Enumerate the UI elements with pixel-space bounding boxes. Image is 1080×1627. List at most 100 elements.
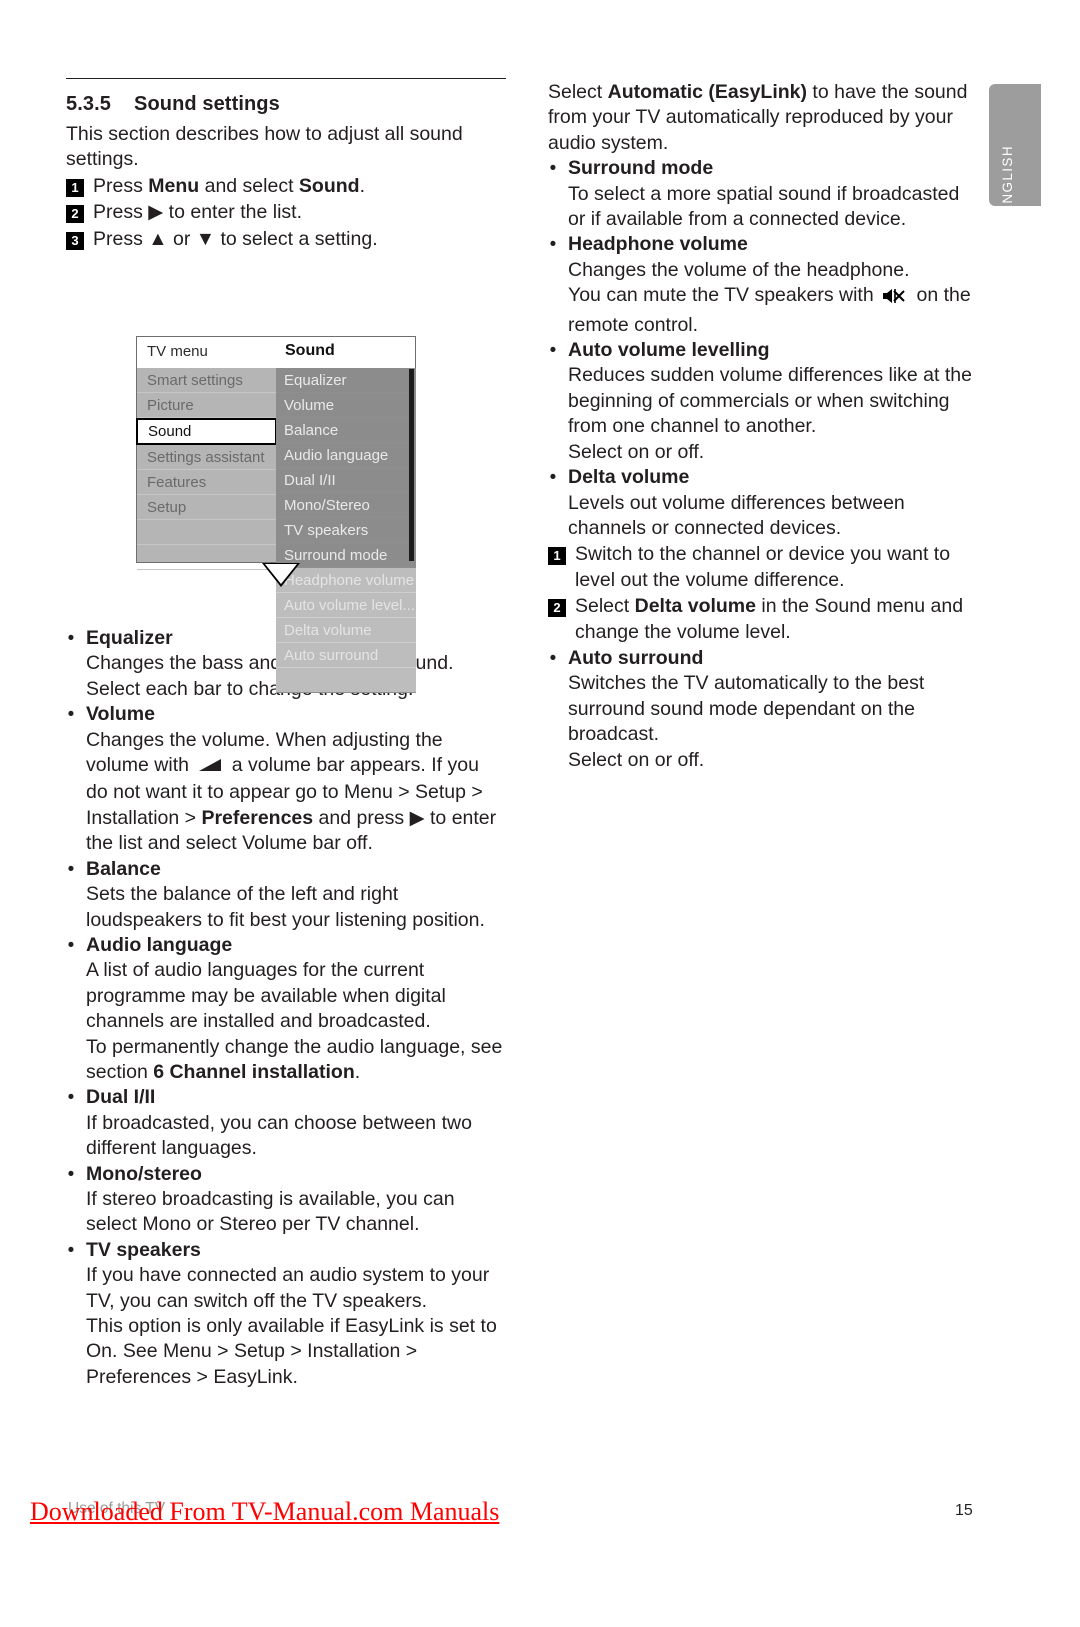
down-arrow-icon-inner [265, 564, 297, 584]
bullet-dot-icon: • [67, 628, 75, 650]
bullet-heading: Auto volume levelling [568, 339, 770, 362]
tv-menu-item-sound[interactable]: Sound [136, 418, 277, 445]
right-column: Select Automatic (EasyLink) to have the … [548, 80, 976, 773]
step-item: 2 Select Delta volume in the Sound menu a… [548, 594, 976, 645]
bullet-dot-icon: • [549, 647, 557, 669]
step-item: 1 Switch to the channel or device you wan… [548, 542, 976, 593]
step-item: 2 Press ▶ to enter the list. [66, 200, 506, 225]
step-text: Select Delta volume in the Sound menu an… [575, 595, 964, 643]
step-number: 3 [66, 231, 84, 250]
bullet-heading: Surround mode [568, 157, 714, 180]
bullet-body: If stereo broadcasting is available, you… [86, 1187, 455, 1236]
section-number: 5.3.5 [66, 93, 111, 115]
left-column: 5.3.5 Sound settings This section descri… [66, 78, 506, 1390]
step-item: 3 Press ▲ or ▼ to select a setting. [66, 227, 506, 252]
bullet-body: If broadcasted, you can choose between t… [86, 1111, 472, 1160]
bullet-dot-icon: • [67, 1087, 75, 1109]
tv-menu-item-smart-settings[interactable]: Smart settings [137, 368, 276, 393]
page-title: 5.3.5 Sound settings [66, 93, 506, 116]
bullet-heading: Balance [86, 857, 161, 880]
sound-menu-item-delta-volume[interactable]: Delta volume [276, 618, 416, 643]
sound-menu-item-mono-stereo[interactable]: Mono/Stereo [276, 493, 416, 518]
delta-volume-steps: 1 Switch to the channel or device you wan… [548, 542, 976, 645]
sound-menu-item-auto-surround[interactable]: Auto surround [276, 643, 416, 668]
tv-menu-header-left: TV menu [147, 343, 208, 360]
bullet-dot-icon: • [67, 1163, 75, 1185]
bullet-dot-icon: • [549, 340, 557, 362]
auto-surround-bullet: • Auto surround Switches the TV automatica… [548, 646, 976, 773]
bullet-heading: Delta volume [568, 466, 690, 489]
sound-menu-item-audio-language[interactable]: Audio language [276, 443, 416, 468]
bullet-item: • Auto surround Switches the TV automatica… [548, 646, 976, 773]
bullet-item: • Audio language A list of audio languages… [66, 933, 506, 1085]
bullet-dot-icon: • [549, 234, 557, 256]
bullet-item: • Volume Changes the volume. When adjustin… [66, 702, 506, 856]
step-number: 1 [66, 178, 84, 197]
bullet-heading: Mono/stereo [86, 1162, 202, 1185]
sound-menu-item-tv-speakers[interactable]: TV speakers [276, 518, 416, 543]
bullet-item: • Delta volume Levels out volume differenc… [548, 465, 976, 541]
bullet-heading: Volume [86, 703, 155, 726]
language-tab: ENGLISH [989, 84, 1041, 214]
section-intro: This section describes how to adjust all… [66, 123, 463, 171]
language-tab-label: ENGLISH [1000, 145, 1015, 215]
left-bullet-list: • Equalizer Changes the bass and treble of… [66, 626, 506, 1390]
step-text: Switch to the channel or device you want… [575, 543, 951, 591]
volume-icon [197, 755, 223, 780]
tv-menu-item-settings-assistant[interactable]: Settings assistant [137, 445, 276, 470]
bullet-dot-icon: • [67, 934, 75, 956]
step-text: Press ▲ or ▼ to select a setting. [93, 227, 378, 250]
bullet-body: Reduces sudden volume differences like a… [568, 364, 972, 463]
tv-menu-item-picture[interactable]: Picture [137, 393, 276, 418]
mute-icon [882, 287, 908, 312]
bullet-item: • Headphone volume Changes the volume of t… [548, 232, 976, 338]
footer-watermark[interactable]: Downloaded From TV-Manual.com Manuals [30, 1497, 499, 1527]
bullet-body: Switches the TV automatically to the bes… [568, 672, 925, 771]
bullet-body: Sets the balance of the left and right l… [86, 883, 485, 931]
bullet-body: If you have connected an audio system to… [86, 1264, 497, 1388]
bullet-dot-icon: • [549, 158, 557, 180]
sound-menu-item-auto-volume-level-[interactable]: Auto volume level... [276, 593, 416, 618]
sound-menu-item-volume[interactable]: Volume [276, 393, 416, 418]
tv-menu-header: TV menu Sound [136, 336, 416, 368]
tv-menu-scrollbar [409, 369, 414, 561]
sound-menu-item-dual-i-ii[interactable]: Dual I/II [276, 468, 416, 493]
bullet-heading: Audio language [86, 933, 233, 956]
bullet-item: • Dual I/II If broadcasted, you can choose… [66, 1085, 506, 1161]
bullet-heading: TV speakers [86, 1238, 201, 1261]
bullet-item: • Mono/stereo If stereo broadcasting is av… [66, 1162, 506, 1238]
bullet-heading: Dual I/II [86, 1086, 156, 1109]
tv-menu-screenshot: TV menu Sound Smart settings Picture Sound… [136, 336, 416, 700]
bullet-body: A list of audio languages for the curren… [86, 959, 503, 1083]
sound-menu-item-blank[interactable] [276, 668, 416, 693]
tv-menu-left-list: Smart settings Picture Sound Settings assis… [136, 368, 277, 570]
bullet-dot-icon: • [67, 704, 75, 726]
step-number: 1 [548, 547, 566, 566]
tv-menu-item-blank[interactable] [137, 545, 276, 570]
bullet-dot-icon: • [67, 1239, 75, 1261]
bullet-body: To select a more spatial sound if broadc… [568, 182, 960, 231]
sound-menu-item-balance[interactable]: Balance [276, 418, 416, 443]
bullet-heading: Headphone volume [568, 233, 748, 256]
bullet-item: • TV speakers If you have connected an aud… [66, 1238, 506, 1390]
bullet-item: • Surround mode To select a more spatial s… [548, 156, 976, 232]
section-title: Sound settings [134, 93, 280, 115]
step-number: 2 [66, 205, 84, 224]
sound-menu-item-equalizer[interactable]: Equalizer [276, 368, 416, 393]
right-intro: Select Automatic (EasyLink) to have the … [548, 81, 968, 154]
tv-menu-item-features[interactable]: Features [137, 470, 276, 495]
bullet-heading: Auto surround [568, 646, 704, 669]
right-bullet-list: • Surround mode To select a more spatial s… [548, 156, 976, 541]
bullet-dot-icon: • [67, 858, 75, 880]
tv-menu-right-list: Equalizer Volume Balance Audio language Dual… [276, 368, 416, 693]
tv-menu-item-blank[interactable] [137, 520, 276, 545]
bullet-item: • Balance Sets the balance of the left and… [66, 857, 506, 933]
header-rule [66, 78, 506, 79]
page-number: 15 [955, 1502, 973, 1519]
step-item: 1 Press Menu and select Sound. [66, 174, 506, 199]
bullet-body: Changes the volume of the headphone. You … [568, 258, 971, 336]
tv-menu-header-right: Sound [285, 342, 335, 359]
bullet-body: Levels out volume differences between ch… [568, 491, 905, 539]
tv-menu-item-setup[interactable]: Setup [137, 495, 276, 520]
bullet-dot-icon: • [549, 467, 557, 489]
